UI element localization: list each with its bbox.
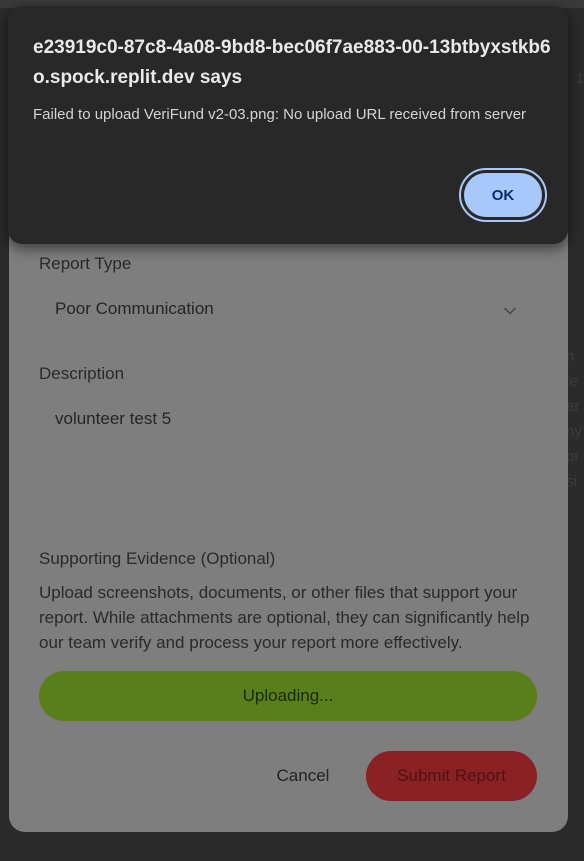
submit-report-button[interactable]: Submit Report: [366, 751, 537, 801]
upload-button[interactable]: Uploading...: [39, 671, 537, 721]
description-value: volunteer test 5: [55, 409, 172, 428]
background-page-text: h le ar ny pr si: [566, 348, 582, 490]
description-label: Description: [39, 364, 125, 383]
evidence-help-text: Upload screenshots, documents, or other …: [39, 583, 530, 652]
report-type-select[interactable]: Poor Communication: [39, 286, 537, 334]
chevron-down-icon: [504, 307, 516, 315]
report-type-value: Poor Communication: [55, 299, 214, 318]
alert-title: e23919c0-87c8-4a08-9bd8-bec06f7ae883-00-…: [33, 37, 551, 88]
alert-message: Failed to upload VeriFund v2-03.png: No …: [33, 106, 527, 123]
evidence-label: Supporting Evidence (Optional): [39, 549, 276, 568]
description-textarea[interactable]: volunteer test 5: [39, 396, 537, 508]
browser-alert-dialog: e23919c0-87c8-4a08-9bd8-bec06f7ae883-00-…: [8, 6, 568, 244]
report-type-label: Report Type: [39, 254, 132, 273]
background-page-glyph: 1: [576, 70, 584, 87]
ok-button[interactable]: OK: [459, 168, 547, 222]
cancel-button[interactable]: Cancel: [253, 751, 353, 801]
ok-button-label: OK: [464, 173, 542, 217]
